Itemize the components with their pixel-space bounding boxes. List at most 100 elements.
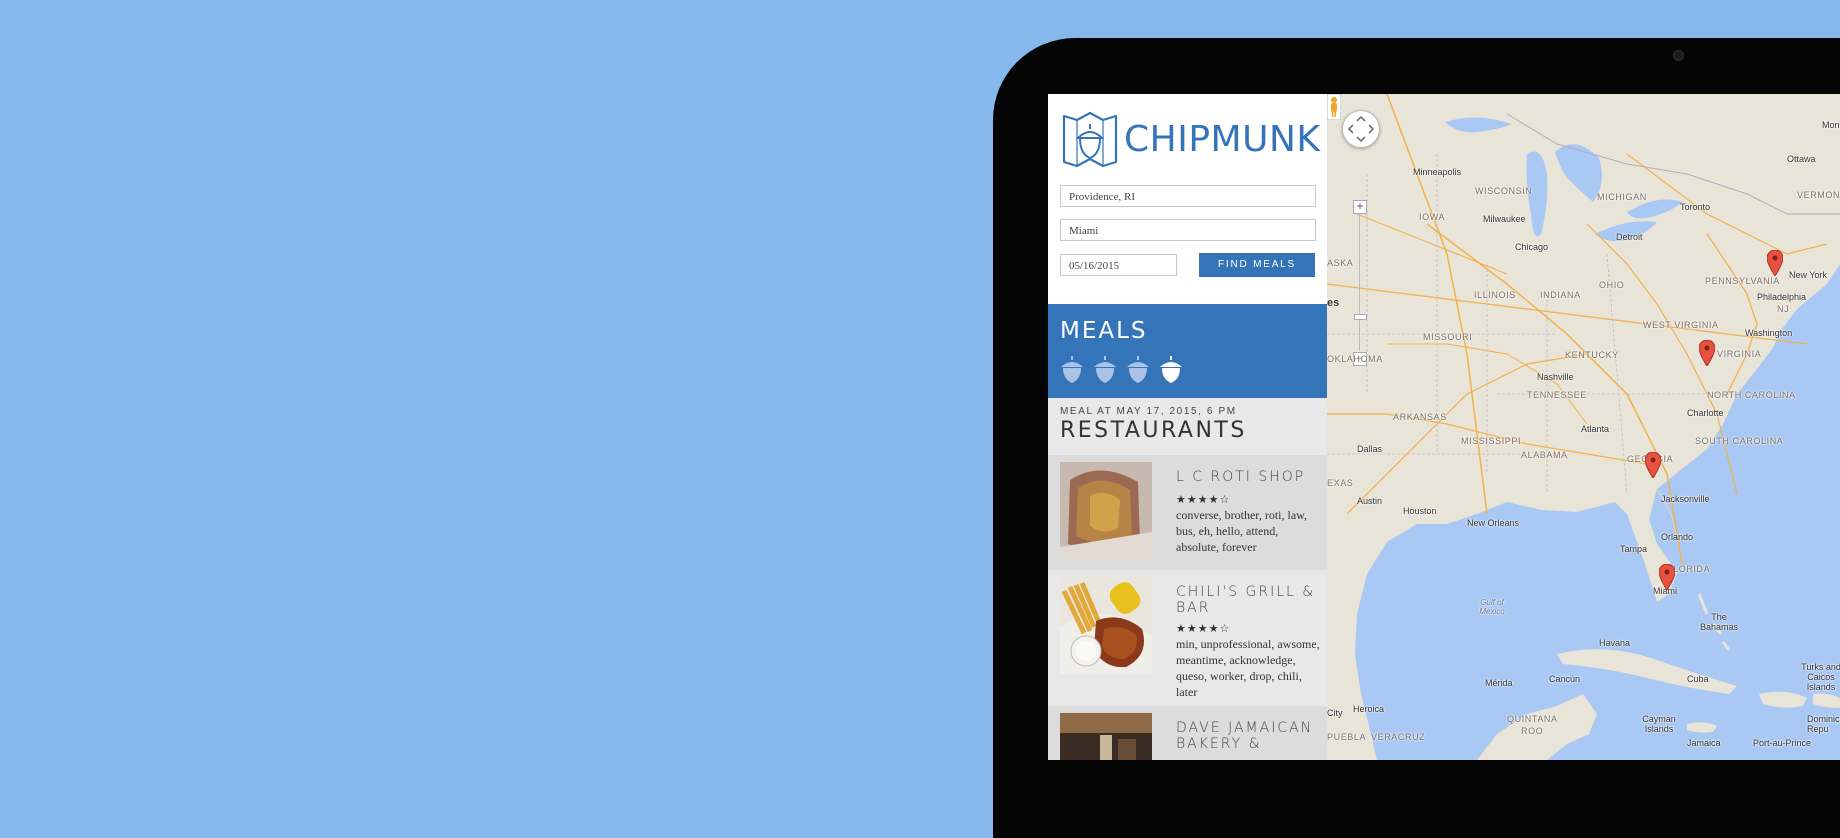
map-label-exas: EXAS xyxy=(1327,478,1354,488)
meal-acorn-icon-4-active[interactable] xyxy=(1159,354,1183,384)
restaurant-name: CHILI'S GRILL & BAR xyxy=(1176,584,1316,616)
map-label-nj: NJ xyxy=(1777,304,1790,314)
map-label-cayman-islands: Cayman Islands xyxy=(1642,714,1676,734)
restaurant-photo xyxy=(1060,713,1152,760)
map-label-pennsylvania: PENNSYLVANIA xyxy=(1705,276,1780,286)
destination-input[interactable]: Miami xyxy=(1060,219,1316,241)
map-label-houston: Houston xyxy=(1403,506,1437,516)
map-label-iowa: IOWA xyxy=(1419,212,1446,222)
meals-title: MEALS xyxy=(1060,318,1148,344)
map-label-indiana: INDIANA xyxy=(1540,290,1581,300)
map-marker-icon[interactable] xyxy=(1699,340,1715,366)
map-label-philadelphia: Philadelphia xyxy=(1757,292,1807,302)
map-label-neworleans: New Orleans xyxy=(1467,518,1520,528)
map-label-kentucky: KENTUCKY xyxy=(1565,350,1619,360)
map-label-austin: Austin xyxy=(1357,496,1383,506)
find-meals-button[interactable]: FIND MEALS xyxy=(1199,253,1315,277)
map-marker-icon[interactable] xyxy=(1645,452,1661,478)
map-label-southcarolina: SOUTH CAROLINA xyxy=(1695,436,1784,446)
map-label-wisconsin: WISCONSIN xyxy=(1475,186,1533,196)
map-label-atlanta: Atlanta xyxy=(1581,424,1610,434)
sidebar: CHIPMUNK Providence, RI Miami 05/16/2015… xyxy=(1048,94,1327,760)
review-keywords: converse, brother, roti, law, bus, eh, h… xyxy=(1176,508,1308,554)
map-label-city: City xyxy=(1327,708,1343,718)
logo[interactable]: CHIPMUNK xyxy=(1061,110,1321,170)
tablet-camera xyxy=(1673,50,1684,61)
map-label-merida: Mérida xyxy=(1485,678,1513,688)
map-label-dallas: Dallas xyxy=(1357,444,1383,454)
map-label-jamaica: Jamaica xyxy=(1687,738,1721,748)
map-label-arkansas: ARKANSAS xyxy=(1393,412,1447,422)
map-marker-icon[interactable] xyxy=(1767,250,1783,276)
map-label-montreal: Montre xyxy=(1822,120,1840,130)
acorn-logo-icon xyxy=(1062,111,1118,168)
map-label-port-au-prince: Port-au-Prince xyxy=(1753,738,1812,748)
pan-control[interactable] xyxy=(1342,110,1380,148)
map-label-havana: Havana xyxy=(1599,638,1631,648)
map-label-missouri: MISSOURI xyxy=(1423,332,1473,342)
map-label-nashville: Nashville xyxy=(1537,372,1574,382)
map-label-vermont: VERMONT xyxy=(1797,190,1840,200)
map-label-charlotte: Charlotte xyxy=(1687,408,1724,418)
app-screen: CHIPMUNK Providence, RI Miami 05/16/2015… xyxy=(1048,94,1840,760)
meal-date-label: MEAL AT MAY 17, 2015, 6 PM xyxy=(1060,406,1237,417)
map-label-veracruz: VERACRUZ xyxy=(1371,732,1426,742)
map-label-quintana: QUINTANA xyxy=(1507,714,1558,724)
map-label-virginia: VIRGINIA xyxy=(1717,349,1762,359)
map-label-chicago: Chicago xyxy=(1515,242,1549,252)
restaurant-item[interactable]: CHILI'S GRILL & BAR ★★★★☆ min, unprofess… xyxy=(1048,570,1327,706)
restaurant-item[interactable]: DAVE JAMAICAN BAKERY & xyxy=(1048,706,1327,760)
restaurant-photo xyxy=(1060,577,1152,674)
map-view[interactable]: + − Ottawa Montre Minneapolis WISCONSIN … xyxy=(1327,94,1840,760)
map-label-tampa: Tampa xyxy=(1620,544,1648,554)
restaurant-item[interactable]: L C ROTI SHOP ★★★★☆ converse, brother, r… xyxy=(1048,455,1327,570)
meals-panel: MEALS xyxy=(1048,304,1327,398)
origin-input[interactable]: Providence, RI xyxy=(1060,185,1316,207)
restaurant-name: L C ROTI SHOP xyxy=(1176,469,1306,485)
map-label-cancun: Cancún xyxy=(1549,674,1581,684)
rating-stars: ★★★★☆ xyxy=(1176,494,1231,506)
map-label-newyork: New York xyxy=(1789,270,1828,280)
map-label-roo: ROO xyxy=(1521,726,1544,736)
map-label-gulf-of-mexico: Gulf of Mexico xyxy=(1479,598,1505,616)
map-label-orlando: Orlando xyxy=(1661,532,1694,542)
map-label-ohio: OHIO xyxy=(1599,280,1625,290)
map-label-minneapolis: Minneapolis xyxy=(1413,167,1462,177)
zoom-slider-track[interactable] xyxy=(1359,213,1360,351)
map-marker-icon[interactable] xyxy=(1659,564,1675,590)
map-label-oklahoma: OKLAHOMA xyxy=(1327,354,1383,364)
restaurants-title: RESTAURANTS xyxy=(1060,418,1247,443)
restaurant-photo xyxy=(1060,462,1152,559)
map-label-bahamas: The Bahamas xyxy=(1699,612,1739,632)
meal-header: MEAL AT MAY 17, 2015, 6 PM RESTAURANTS xyxy=(1048,398,1327,455)
map-label-mississippi: MISSISSIPPI xyxy=(1461,436,1522,446)
map-label-heroica: Heroica xyxy=(1353,704,1385,714)
map-label-illinois: ILLINOIS xyxy=(1474,290,1516,300)
pan-arrows-icon xyxy=(1347,115,1375,143)
street-view-pegman-icon[interactable] xyxy=(1327,94,1341,120)
map-label-puebla: PUEBLA xyxy=(1327,732,1367,742)
map-label-detroit: Detroit xyxy=(1616,232,1643,242)
restaurant-name: DAVE JAMAICAN BAKERY & xyxy=(1176,720,1314,752)
map-label-dominican-republic: Dominica Repu xyxy=(1807,714,1840,734)
map-label-tennessee: TENNESSEE xyxy=(1527,390,1587,400)
meal-acorn-icon-1[interactable] xyxy=(1060,354,1084,384)
map-label-cuba: Cuba xyxy=(1687,674,1709,684)
map-label-ottawa: Ottawa xyxy=(1787,154,1816,164)
meal-acorn-icon-2[interactable] xyxy=(1093,354,1117,384)
map-label-milwaukee: Milwaukee xyxy=(1483,214,1526,224)
brand-name: CHIPMUNK xyxy=(1124,119,1321,160)
map-label-es: es xyxy=(1327,297,1340,309)
map-label-jacksonville: Jacksonville xyxy=(1661,494,1710,504)
map-label-westvirginia: WEST VIRGINIA xyxy=(1643,320,1719,330)
map-label-alabama: ALABAMA xyxy=(1521,450,1568,460)
meal-acorn-icon-3[interactable] xyxy=(1126,354,1150,384)
zoom-in-button[interactable]: + xyxy=(1353,200,1367,214)
rating-stars: ★★★★☆ xyxy=(1176,623,1231,635)
map-label-northcarolina: NORTH CAROLINA xyxy=(1707,390,1796,400)
map-label-toronto: Toronto xyxy=(1680,202,1711,212)
map-label-turks-and-caicos: Turks and Caicos Islands xyxy=(1801,662,1840,692)
date-input[interactable]: 05/16/2015 xyxy=(1060,254,1177,276)
map-label-michigan: MICHIGAN xyxy=(1597,192,1647,202)
zoom-slider-handle[interactable] xyxy=(1354,314,1367,320)
